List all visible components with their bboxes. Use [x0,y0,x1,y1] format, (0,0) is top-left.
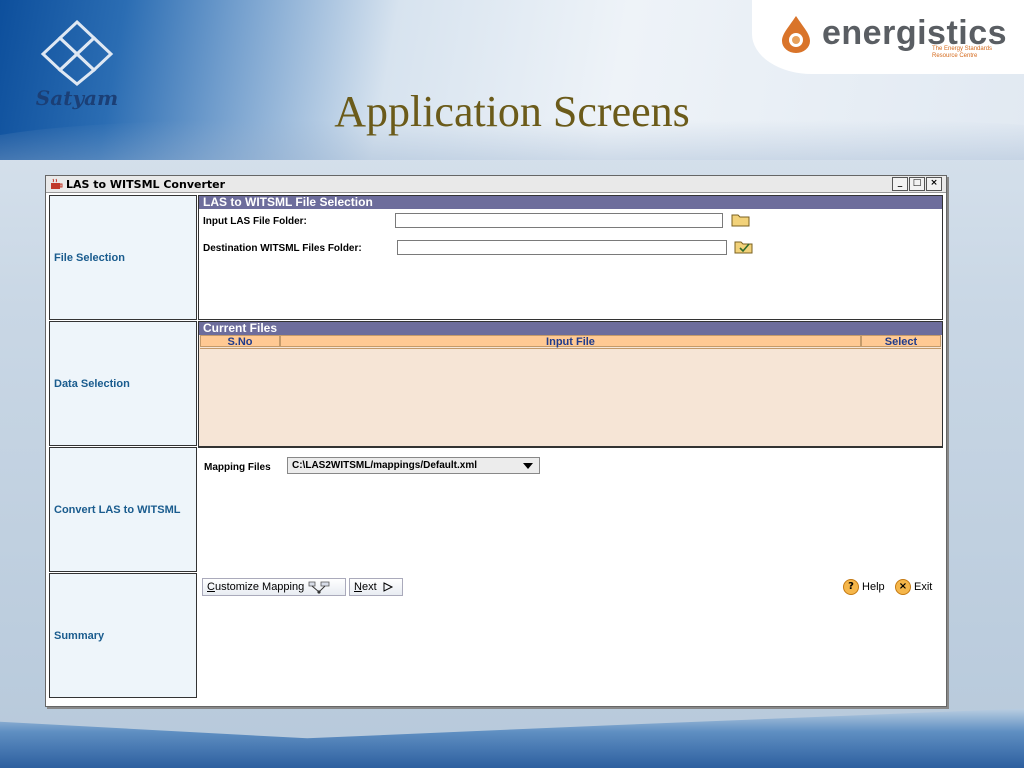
mapping-files-select[interactable]: C:\LAS2WITSML/mappings/Default.xml [287,457,540,474]
mapping-tree-icon [308,581,330,594]
nav-item-label: File Selection [54,251,125,264]
slide-title: Application Screens [334,87,690,136]
nav-item-label: Convert LAS to WITSML [54,503,181,516]
column-sno[interactable]: S.No [200,335,280,348]
nav-item-convert[interactable]: Convert LAS to WITSML [49,447,197,572]
destination-folder-label: Destination WITSML Files Folder: [203,243,362,254]
window-titlebar[interactable]: LAS to WITSML Converter _ □ × [46,176,946,193]
mapping-files-label: Mapping Files [204,462,271,473]
satyam-lattice-icon [40,19,114,86]
wizard-content: LAS to WITSML File Selection Input LAS F… [198,195,943,703]
file-selection-header: LAS to WITSML File Selection [199,196,942,209]
save-folder-icon[interactable] [734,239,754,255]
wizard-nav: File Selection Data Selection Convert LA… [49,195,197,703]
exit-action[interactable]: × Ex it [895,579,932,595]
converter-window: LAS to WITSML Converter _ □ × File Selec… [45,175,947,707]
slide-header: Satyam energistics The Energy Standards … [0,0,1024,160]
bottom-decoration [0,708,1024,768]
column-select[interactable]: Select [861,335,941,348]
energistics-drop-icon [782,16,810,53]
next-button[interactable]: Next [349,578,403,596]
customize-mapping-button[interactable]: Customize Mapping [202,578,346,596]
minimize-button[interactable]: _ [892,177,908,191]
file-selection-panel: LAS to WITSML File Selection Input LAS F… [198,195,943,320]
energistics-tagline: The Energy Standards Resource Centre [932,46,993,59]
current-files-panel: Current Files S.No Input File Select [198,321,943,447]
files-table-header: S.No Input File Select [200,335,941,348]
nav-item-data-selection[interactable]: Data Selection [49,321,197,446]
destination-folder-field[interactable] [397,240,727,255]
mapping-selected-value: C:\LAS2WITSML/mappings/Default.xml [292,460,478,471]
column-input-file[interactable]: Input File [280,335,861,348]
maximize-button[interactable]: □ [909,177,925,191]
help-action[interactable]: ? Help [843,579,885,595]
window-title: LAS to WITSML Converter [66,177,226,191]
summary-panel: Customize Mapping Next ? Help × E x it [198,574,943,702]
exit-icon: × [895,579,911,595]
next-arrow-icon [383,582,393,592]
current-files-header: Current Files [199,322,942,335]
help-icon: ? [843,579,859,595]
nav-item-summary[interactable]: Summary [49,573,197,698]
convert-panel: Mapping Files C:\LAS2WITSML/mappings/Def… [198,447,943,574]
energistics-logo: energistics The Energy Standards Resourc… [752,0,1024,74]
close-button[interactable]: × [926,177,942,191]
app-coffee-icon [51,178,63,189]
nav-item-label: Summary [54,629,105,642]
dropdown-arrow-icon[interactable] [523,463,533,469]
window-body: File Selection Data Selection Convert LA… [46,193,946,706]
nav-item-label: Data Selection [54,377,130,390]
nav-item-file-selection[interactable]: File Selection [49,195,197,320]
files-table-body[interactable] [200,348,941,444]
input-folder-label: Input LAS File Folder: [203,216,307,227]
browse-folder-icon[interactable] [731,212,751,228]
input-folder-field[interactable] [395,213,723,228]
